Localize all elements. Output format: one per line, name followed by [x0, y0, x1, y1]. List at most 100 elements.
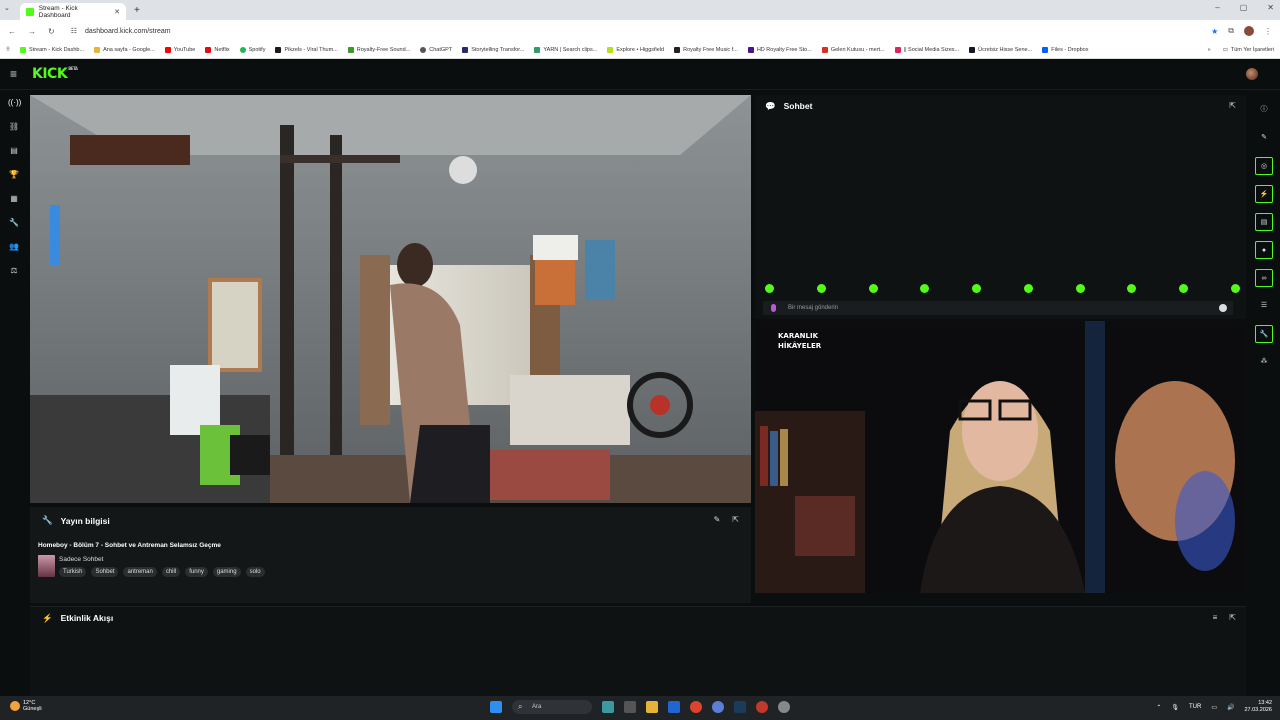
settings-icon[interactable] — [778, 701, 790, 713]
widgets-icon[interactable] — [624, 701, 636, 713]
app-icon[interactable] — [712, 701, 724, 713]
browser-tab[interactable]: Stream - Kick Dashboard ✕ — [20, 3, 126, 20]
bookmark-item[interactable]: Explore • Higgsfield — [607, 47, 664, 53]
bookmark-star-icon[interactable]: ★ — [1211, 27, 1218, 36]
weather-widget[interactable]: 12°C Güneşli — [10, 700, 42, 712]
file-explorer-icon[interactable] — [646, 701, 658, 713]
taskbar-search[interactable]: Ara — [512, 700, 592, 714]
chat-input[interactable]: Bir mesaj gönderin — [763, 301, 1233, 315]
new-tab-button[interactable]: + — [134, 3, 140, 20]
apps-icon[interactable]: ⁂ — [1255, 353, 1273, 371]
mic-icon[interactable]: 🎙 — [1171, 704, 1179, 711]
popout-icon[interactable]: ⇱ — [732, 515, 739, 524]
apps-icon[interactable]: ⠿ — [6, 47, 10, 53]
link-icon[interactable]: ∞ — [1255, 269, 1273, 287]
media-nav-icon[interactable]: ▦ — [8, 193, 20, 205]
emote-icon[interactable] — [816, 284, 826, 293]
more-bookmarks-icon[interactable]: » — [1208, 47, 1211, 53]
close-window-icon[interactable]: ✕ — [1267, 3, 1274, 12]
site-info-icon[interactable]: ☷ — [71, 27, 77, 35]
browser-menu-icon[interactable]: ⋮ — [1264, 27, 1272, 36]
lightning-icon[interactable]: ⚡ — [1255, 185, 1273, 203]
bookmark-item[interactable]: Ana sayfa - Google... — [94, 47, 155, 53]
tag[interactable]: gaming — [212, 567, 241, 577]
app-icon[interactable] — [734, 701, 746, 713]
tag[interactable]: solo — [245, 567, 265, 577]
extensions-icon[interactable]: ⧉ — [1228, 26, 1234, 36]
tag[interactable]: funny — [185, 567, 208, 577]
chrome-icon[interactable] — [690, 701, 702, 713]
moderation-nav-icon[interactable]: ⚖ — [8, 265, 20, 277]
bookmark-item[interactable]: Pikzels - Viral Thum... — [275, 47, 338, 53]
emote-icon[interactable] — [920, 284, 930, 293]
analytics-nav-icon[interactable]: ▤ — [8, 145, 20, 157]
stream-preview[interactable] — [30, 95, 751, 503]
reload-icon[interactable]: ↻ — [48, 27, 55, 36]
minimize-icon[interactable]: – — [1215, 3, 1219, 12]
bookmark-item[interactable]: Netflix — [205, 47, 230, 53]
popout-icon[interactable]: ⇱ — [1229, 101, 1236, 110]
bookmark-item[interactable]: Gelen Kutusu - mert... — [821, 47, 885, 53]
emote-icon[interactable] — [1127, 284, 1137, 293]
bookmark-item[interactable]: || Social Media Sizes... — [894, 47, 959, 53]
screenshot-icon[interactable]: ◎ — [1255, 157, 1273, 175]
layers-icon[interactable]: ☰ — [1255, 297, 1273, 315]
edit-icon[interactable]: ✎ — [714, 515, 721, 524]
bookmark-item[interactable]: HD Royalty Free Sto... — [747, 47, 812, 53]
user-avatar[interactable] — [1246, 68, 1258, 80]
emote-icon[interactable] — [765, 284, 774, 293]
maximize-icon[interactable]: ▢ — [1240, 3, 1248, 12]
bookmark-item[interactable]: YARN | Search clips... — [534, 47, 597, 53]
links-nav-icon[interactable]: ⛓ — [8, 121, 20, 133]
bookmark-item[interactable]: Storytelling Transfor... — [462, 47, 524, 53]
overlay-video[interactable]: KARANLIK HİKÂYELER — [755, 321, 1246, 593]
emote-icon[interactable] — [1230, 284, 1240, 293]
users-nav-icon[interactable]: 👥 — [8, 241, 20, 253]
kick-logo[interactable]: KICKBETA — [32, 66, 78, 82]
category-name[interactable]: Sadece Sohbet — [59, 556, 103, 563]
store-icon[interactable] — [668, 701, 680, 713]
task-view-icon[interactable] — [602, 701, 614, 713]
language-indicator[interactable]: TUR — [1189, 704, 1201, 710]
menu-icon[interactable]: ≡ — [10, 67, 24, 81]
wrench-icon[interactable]: 🔧 — [1255, 325, 1273, 343]
emote-icon[interactable] — [1179, 284, 1189, 293]
all-bookmarks-folder[interactable]: ▭ Tüm Yer İşaretleri — [1223, 47, 1274, 53]
bookmark-item[interactable]: Ücretsiz Hisse Sene... — [969, 47, 1032, 53]
trophy-nav-icon[interactable]: 🏆 — [8, 169, 20, 181]
emote-icon[interactable] — [1075, 284, 1085, 293]
bookmark-item[interactable]: Spotify — [239, 47, 265, 53]
bookmark-item[interactable]: Royalty Free Music f... — [674, 47, 738, 53]
filter-icon[interactable]: ≡ — [1213, 613, 1218, 622]
tag[interactable]: antreman — [123, 567, 157, 577]
bookmark-item[interactable]: Royalty-Free Sound... — [347, 47, 410, 53]
bookmark-item[interactable]: YouTube — [164, 47, 195, 53]
tab-search-icon[interactable]: ⌄ — [4, 4, 10, 12]
mic-icon[interactable] — [771, 304, 776, 312]
bookmark-item[interactable]: Files - Dropbox — [1042, 47, 1089, 53]
info-icon[interactable]: ⓘ — [1255, 101, 1273, 119]
stream-nav-icon[interactable]: ((·)) — [8, 97, 21, 109]
clock[interactable]: 13:42 27.03.2026 — [1244, 700, 1272, 714]
notes-icon[interactable]: ▤ — [1255, 213, 1273, 231]
tag[interactable]: Sohbet — [91, 567, 119, 577]
emote-icon[interactable] — [1023, 284, 1033, 293]
profile-avatar[interactable] — [1244, 26, 1254, 36]
bookmark-item[interactable]: Stream - Kick Dashb... — [20, 47, 84, 53]
recorder-icon[interactable] — [756, 701, 768, 713]
emote-icon[interactable] — [972, 284, 982, 293]
tools-nav-icon[interactable]: 🔧 — [8, 217, 20, 229]
edit-icon[interactable]: ✎ — [1255, 129, 1273, 147]
network-icon[interactable]: ▭ — [1211, 704, 1217, 711]
volume-icon[interactable]: 🔊 — [1227, 704, 1234, 711]
tag[interactable]: chill — [161, 567, 181, 577]
windows-start-icon[interactable] — [490, 701, 502, 713]
chat-bubble-icon[interactable]: ● — [1255, 241, 1273, 259]
emote-icon[interactable] — [868, 284, 878, 293]
tag[interactable]: Turkish — [59, 567, 87, 577]
chevron-up-icon[interactable]: ⌃ — [1156, 704, 1161, 711]
back-icon[interactable]: ← — [8, 27, 16, 36]
forward-icon[interactable]: → — [28, 27, 36, 36]
emoji-picker-icon[interactable] — [1219, 304, 1227, 312]
bookmark-item[interactable]: ChatGPT — [420, 47, 452, 53]
